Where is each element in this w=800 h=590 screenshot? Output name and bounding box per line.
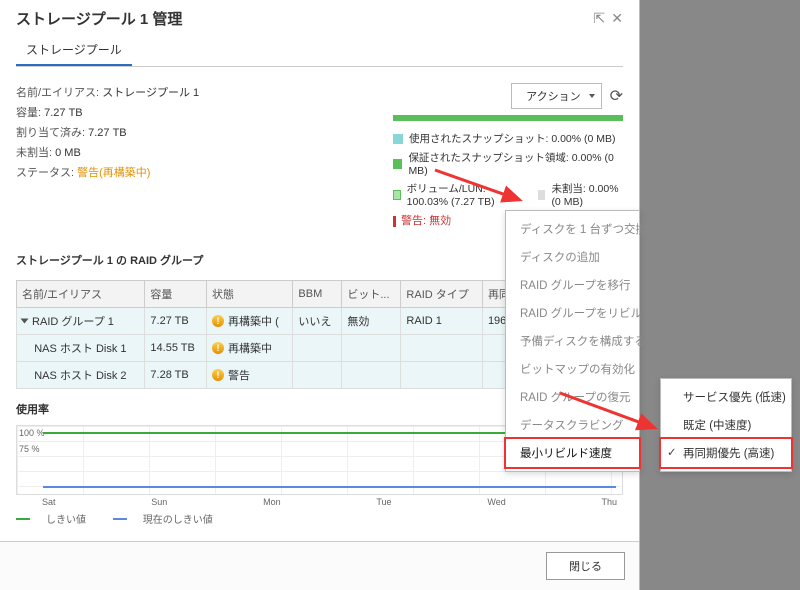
table-header[interactable]: 容量 <box>145 281 207 308</box>
x-tick: Tue <box>376 497 391 507</box>
maximize-icon[interactable]: ⇱ <box>594 10 606 27</box>
capacity-bar <box>393 115 623 121</box>
x-tick: Thu <box>601 497 617 507</box>
name-label: 名前/エイリアス: <box>16 87 99 99</box>
dropdown-item[interactable]: ディスクを 1 台ずつ交換する <box>506 215 639 243</box>
capacity-label: 容量: <box>16 107 41 119</box>
legend-unalloc-icon <box>538 190 545 200</box>
dropdown-item[interactable]: ディスクの追加 <box>506 243 639 271</box>
manage-dropdown[interactable]: ディスクを 1 台ずつ交換するディスクの追加RAID グループを移行RAID グ… <box>505 210 640 472</box>
legend-snapshot-icon <box>393 134 403 144</box>
legend-volume-icon <box>393 190 401 200</box>
chart-line-current <box>43 486 616 488</box>
allocated-value: 7.27 TB <box>88 127 127 139</box>
x-tick: Wed <box>487 497 505 507</box>
warning-text: 警告: 無効 <box>401 215 451 227</box>
dropdown-item[interactable]: 最小リビルド速度 <box>506 439 639 467</box>
status-label: ステータス: <box>16 167 74 179</box>
usage-title: 使用率 <box>16 401 49 417</box>
legend-snapshot: 使用されたスナップショット: 0.00% (0 MB) <box>409 131 616 146</box>
table-header[interactable]: BBM <box>293 281 342 308</box>
rebuild-speed-submenu[interactable]: サービス優先 (低速)既定 (中速度)再同期優先 (高速) <box>660 378 792 472</box>
dropdown-item[interactable]: 予備ディスクを構成する <box>506 327 639 355</box>
warning-icon <box>393 216 396 227</box>
table-header[interactable]: ビット... <box>342 281 401 308</box>
unalloc-value: 0 MB <box>55 147 81 159</box>
refresh-icon[interactable]: ⟳ <box>610 86 623 106</box>
modal-title: ストレージプール 1 管理 <box>16 8 182 29</box>
action-button[interactable]: アクション <box>511 83 601 109</box>
legend-unalloc: 未割当: 0.00% (0 MB) <box>551 181 623 208</box>
legend-current: 現在のしきい値 <box>143 511 213 526</box>
legend-threshold: しきい値 <box>46 511 86 526</box>
unalloc-label: 未割当: <box>16 147 52 159</box>
name-value: ストレージプール 1 <box>102 87 199 99</box>
dropdown-item[interactable]: RAID グループを移行 <box>506 271 639 299</box>
dropdown-item[interactable]: ビットマップの有効化 <box>506 355 639 383</box>
x-tick: Mon <box>263 497 281 507</box>
backdrop <box>640 0 800 590</box>
table-header[interactable]: 状態 <box>207 281 293 308</box>
allocated-label: 割り当て済み: <box>16 127 85 139</box>
y-tick-100: 100 % <box>19 428 45 438</box>
close-button[interactable]: 閉じる <box>546 552 625 580</box>
submenu-item[interactable]: サービス優先 (低速) <box>661 383 791 411</box>
submenu-item[interactable]: 再同期優先 (高速) <box>661 439 791 467</box>
x-tick: Sun <box>151 497 167 507</box>
tab-storage-pool[interactable]: ストレージプール <box>16 35 132 66</box>
table-header[interactable]: 名前/エイリアス <box>17 281 145 308</box>
submenu-item[interactable]: 既定 (中速度) <box>661 411 791 439</box>
y-tick-75: 75 % <box>19 444 40 454</box>
close-icon[interactable]: ✕ <box>611 10 623 27</box>
dropdown-item[interactable]: RAID グループの復元 <box>506 383 639 411</box>
status-value: 警告(再構築中) <box>77 167 150 179</box>
legend-reserve: 保証されたスナップショット領域: 0.00% (0 MB) <box>408 150 623 177</box>
legend-threshold-icon <box>16 518 30 520</box>
legend-current-icon <box>113 518 127 520</box>
legend-volume: ボリューム/LUN: 100.03% (7.27 TB) <box>407 181 527 208</box>
table-header[interactable]: RAID タイプ <box>401 281 483 308</box>
capacity-value: 7.27 TB <box>44 107 83 119</box>
x-tick: Sat <box>42 497 56 507</box>
dropdown-item[interactable]: データスクラビング <box>506 411 639 439</box>
pool-info: 名前/エイリアス: ストレージプール 1 容量: 7.27 TB 割り当て済み:… <box>16 83 393 228</box>
dropdown-item[interactable]: RAID グループをリビルド <box>506 299 639 327</box>
legend-reserve-icon <box>393 159 402 169</box>
raid-section-title: ストレージプール 1 の RAID グループ <box>16 252 203 268</box>
